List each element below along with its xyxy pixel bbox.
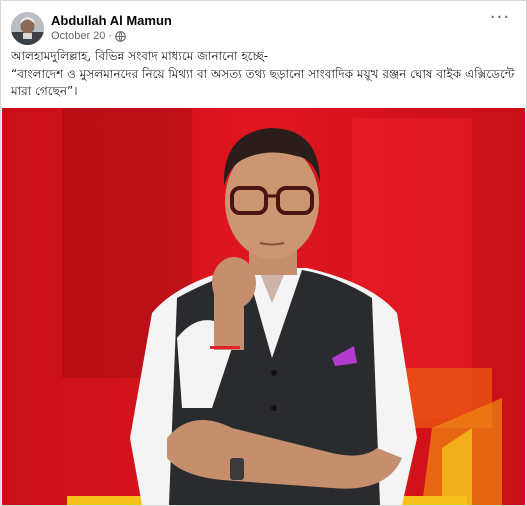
- post-meta: October 20 ·: [51, 30, 126, 42]
- globe-icon: [115, 30, 126, 42]
- post-text-line-1: আলহামদুলিল্লাহ, বিভিন্ন সংবাদ মাধ্যমে জা…: [11, 49, 269, 63]
- post-header: Abdullah Al Mamun October 20 · ···: [11, 9, 516, 47]
- post-text-line-2: “বাংলাদেশ ও মুসলমানদের নিয়ে মিথ্যা বা অ…: [11, 67, 515, 98]
- more-options-icon[interactable]: ···: [488, 9, 512, 31]
- author-avatar[interactable]: [11, 12, 44, 45]
- photo-illustration: [2, 108, 525, 505]
- avatar-image: [11, 12, 44, 45]
- post-photo[interactable]: [2, 108, 525, 505]
- post-text: আলহামদুলিল্লাহ, বিভিন্ন সংবাদ মাধ্যমে জা…: [11, 48, 516, 101]
- facebook-post: Abdullah Al Mamun October 20 · ··· আলহাম…: [0, 0, 527, 506]
- post-date[interactable]: October 20: [51, 30, 105, 42]
- meta-separator: ·: [108, 30, 113, 42]
- author-name[interactable]: Abdullah Al Mamun: [51, 13, 172, 28]
